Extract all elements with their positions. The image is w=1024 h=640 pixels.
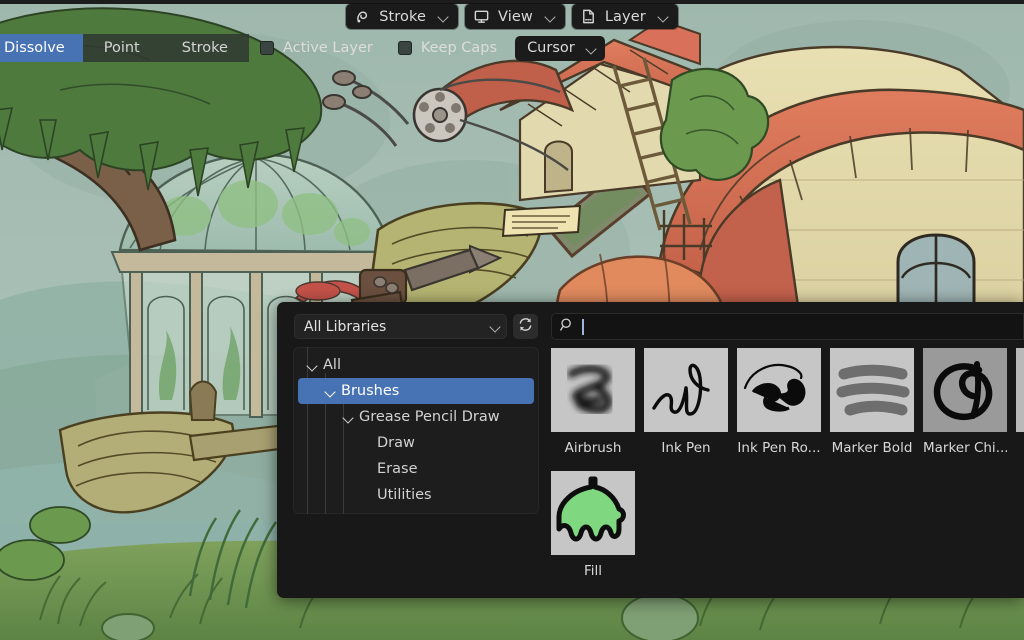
chevron-down-icon: [490, 321, 501, 332]
segment-point[interactable]: Point: [83, 34, 161, 62]
mode-segmented-control: Dissolve Point Stroke: [0, 34, 249, 62]
asset-item-label: Marker Bold: [831, 440, 913, 456]
marker-bold-thumb: [830, 348, 914, 432]
active-layer-label: Active Layer: [282, 40, 373, 56]
library-select[interactable]: All Libraries: [294, 314, 507, 339]
asset-browser-sidebar: All Libraries All Brushes Grease Pencil …: [277, 302, 541, 598]
view-monitor-icon: [473, 8, 490, 25]
tree-item-utilities[interactable]: Utilities: [298, 482, 534, 508]
asset-item-airbrush[interactable]: Airbrush: [551, 348, 635, 456]
checkbox-box: [397, 41, 412, 55]
tree-item-grease-pencil-draw[interactable]: Grease Pencil Draw: [298, 404, 534, 430]
chevron-down-icon: [545, 11, 556, 22]
tree-item-label: Erase: [377, 461, 418, 477]
asset-item-label: Ink Pen: [661, 440, 711, 456]
stroke-menu-label: Stroke: [379, 8, 427, 25]
tree-item-label: Brushes: [341, 383, 400, 399]
tree-item-label: Grease Pencil Draw: [359, 409, 500, 425]
stroke-menu-button[interactable]: Stroke: [346, 4, 459, 29]
keep-caps-checkbox[interactable]: Keep Caps: [387, 34, 511, 62]
tree-item-label: Utilities: [377, 487, 432, 503]
text-caret: [582, 318, 584, 335]
asset-item-marker-chisel[interactable]: Marker Chi...: [923, 348, 1007, 456]
tree-item-label: All: [323, 357, 341, 373]
view-menu-button[interactable]: View: [465, 4, 565, 29]
ink-pen-thumb: [644, 348, 728, 432]
search-icon: [559, 317, 575, 337]
layer-page-icon: [580, 8, 597, 25]
refresh-icon: [517, 316, 534, 337]
chevron-down-icon: [658, 11, 669, 22]
asset-grid: Airbrush Ink Pen Ink Pen Ro... Marker Bo…: [551, 348, 1024, 592]
asset-browser-main: Airbrush Ink Pen Ink Pen Ro... Marker Bo…: [541, 302, 1024, 598]
segment-point-label: Point: [103, 40, 140, 56]
asset-item-overflow[interactable]: [1016, 348, 1024, 432]
asset-item-ink-pen[interactable]: Ink Pen: [644, 348, 728, 456]
asset-item-marker-bold[interactable]: Marker Bold: [830, 348, 914, 456]
app-root: Stroke View Layer Dissolve Point Stroke …: [0, 0, 1024, 640]
asset-item-fill[interactable]: Fill: [551, 471, 635, 579]
overflow-thumb: [1016, 348, 1024, 432]
marker-chisel-thumb: [923, 348, 1007, 432]
keep-caps-label: Keep Caps: [420, 40, 498, 56]
view-menu-label: View: [498, 8, 533, 25]
tool-settings-bar: Dissolve Point Stroke Active Layer Keep …: [0, 34, 1024, 62]
asset-browser-popover: All Libraries All Brushes Grease Pencil …: [277, 302, 1024, 598]
layer-menu-label: Layer: [604, 8, 646, 25]
segment-stroke-label: Stroke: [181, 40, 228, 56]
fill-thumb: [551, 471, 635, 555]
tree-item-brushes[interactable]: Brushes: [298, 378, 534, 404]
segment-dissolve-label: Dissolve: [4, 40, 65, 56]
segment-dissolve[interactable]: Dissolve: [0, 34, 83, 62]
chevron-down-icon[interactable]: [306, 359, 319, 372]
chevron-down-icon: [438, 11, 449, 22]
chevron-down-icon[interactable]: [342, 411, 355, 424]
ink-pen-rough-thumb: [737, 348, 821, 432]
asset-item-ink-pen-rough[interactable]: Ink Pen Ro...: [737, 348, 821, 456]
cursor-dropdown-label: Cursor: [527, 40, 575, 56]
asset-catalog-tree[interactable]: All Brushes Grease Pencil Draw Draw Eras: [293, 347, 539, 514]
segment-stroke[interactable]: Stroke: [161, 34, 249, 62]
checkbox-box: [259, 41, 274, 55]
tree-item-erase[interactable]: Erase: [298, 456, 534, 482]
asset-item-label: Marker Chi...: [923, 440, 1007, 456]
cursor-dropdown[interactable]: Cursor: [515, 35, 605, 61]
tree-item-label: Draw: [377, 435, 415, 451]
asset-item-label: Airbrush: [564, 440, 622, 456]
asset-item-label: Ink Pen Ro...: [737, 440, 821, 456]
stroke-icon: [354, 8, 371, 25]
layer-menu-button[interactable]: Layer: [571, 4, 678, 29]
library-select-value: All Libraries: [304, 318, 387, 335]
active-layer-checkbox[interactable]: Active Layer: [249, 34, 387, 62]
tree-item-draw[interactable]: Draw: [298, 430, 534, 456]
tree-item-all[interactable]: All: [298, 352, 534, 378]
chevron-down-icon[interactable]: [324, 385, 337, 398]
refresh-libraries-button[interactable]: [513, 314, 538, 339]
asset-item-label: Fill: [583, 563, 603, 579]
chevron-down-icon: [586, 43, 597, 54]
search-input[interactable]: [551, 313, 1024, 340]
airbrush-thumb: [551, 348, 635, 432]
